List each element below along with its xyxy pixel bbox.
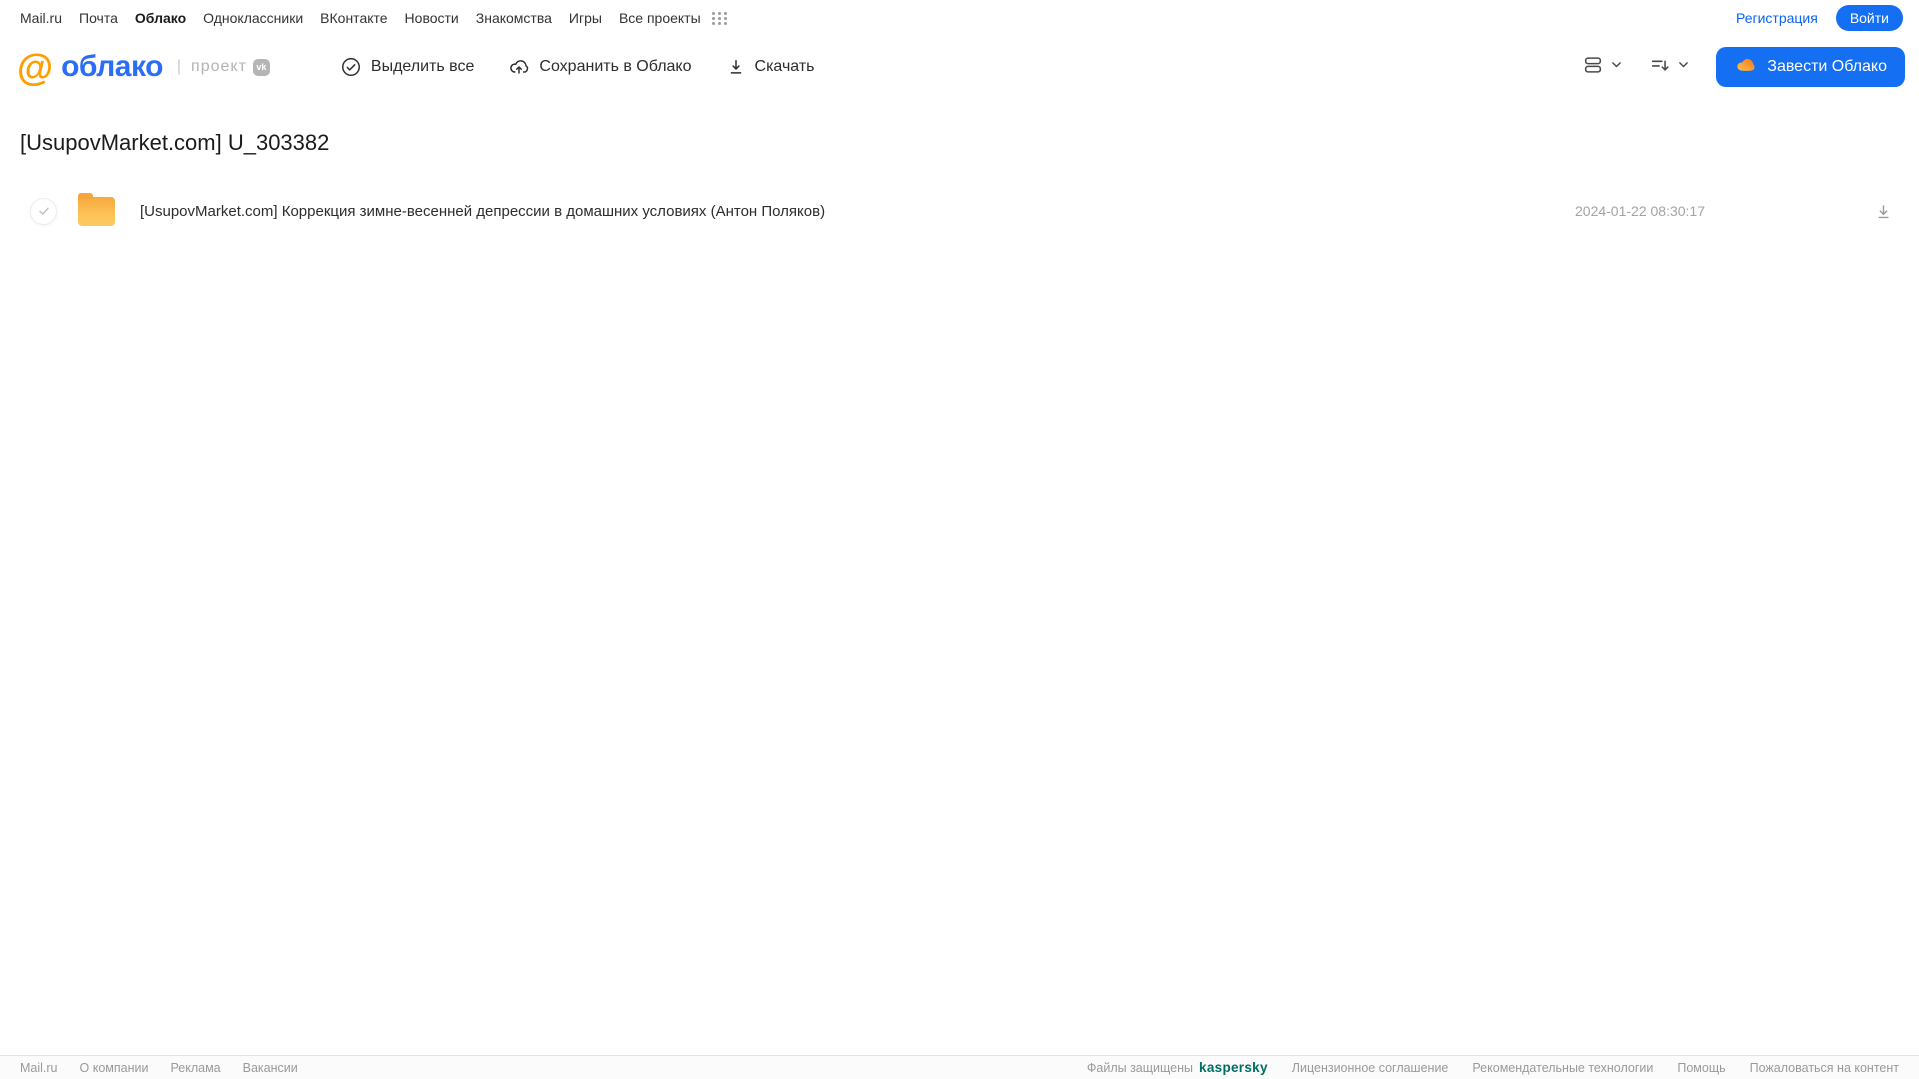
row-checkbox[interactable] bbox=[30, 197, 57, 225]
view-rows-icon bbox=[1582, 54, 1604, 81]
footer-license-link[interactable]: Лицензионное соглашение bbox=[1292, 1061, 1449, 1075]
chevron-down-icon bbox=[1610, 58, 1623, 76]
logo-brand-text: облако bbox=[61, 50, 163, 83]
kaspersky-protection: Файлы защищены kaspersky bbox=[1087, 1060, 1268, 1075]
apps-grid-icon[interactable] bbox=[711, 11, 728, 25]
app-header: @ облако | проект vk Выделить все Сохран… bbox=[0, 34, 1919, 100]
portal-nav: Mail.ru Почта Облако Одноклассники ВКонт… bbox=[0, 0, 1919, 34]
nav-odnoklassniki[interactable]: Одноклассники bbox=[203, 10, 303, 26]
check-circle-icon bbox=[340, 56, 362, 78]
footer-ads-link[interactable]: Реклама bbox=[170, 1061, 220, 1075]
create-cloud-button[interactable]: Завести Облако bbox=[1716, 47, 1905, 87]
footer-jobs-link[interactable]: Вакансии bbox=[243, 1061, 298, 1075]
folder-icon bbox=[78, 192, 115, 226]
select-all-label: Выделить все bbox=[370, 58, 475, 75]
logo-divider: | bbox=[176, 58, 182, 75]
chevron-down-icon bbox=[1677, 58, 1690, 76]
nav-oblako[interactable]: Облако bbox=[135, 10, 186, 26]
row-download-icon[interactable] bbox=[1837, 202, 1893, 221]
sort-dropdown[interactable] bbox=[1649, 54, 1690, 81]
file-name[interactable]: [UsupovMarket.com] Коррекция зимне-весен… bbox=[140, 203, 1575, 220]
nav-igry[interactable]: Игры bbox=[569, 10, 602, 26]
save-to-cloud-button[interactable]: Сохранить в Облако bbox=[508, 56, 692, 78]
cloud-upload-icon bbox=[508, 56, 530, 78]
actions-toolbar: Выделить все Сохранить в Облако Скачать bbox=[340, 56, 815, 78]
footer-about-link[interactable]: О компании bbox=[80, 1061, 149, 1075]
file-row[interactable]: [UsupovMarket.com] Коррекция зимне-весен… bbox=[20, 188, 1899, 234]
nav-mailru[interactable]: Mail.ru bbox=[20, 10, 62, 26]
sort-icon bbox=[1649, 54, 1671, 81]
mailru-at-icon: @ bbox=[17, 46, 54, 88]
page-title: [UsupovMarket.com] U_303382 bbox=[20, 130, 330, 155]
cloud-logo[interactable]: @ облако | проект vk bbox=[17, 49, 270, 86]
logo-project-text: проект bbox=[191, 58, 247, 75]
kaspersky-logo[interactable]: kaspersky bbox=[1199, 1060, 1268, 1075]
nav-all-projects[interactable]: Все проекты bbox=[619, 10, 701, 26]
save-to-cloud-label: Сохранить в Облако bbox=[539, 58, 692, 75]
download-button[interactable]: Скачать bbox=[726, 57, 815, 77]
footer-recommendations-link[interactable]: Рекомендательные технологии bbox=[1472, 1061, 1653, 1075]
nav-vkontakte[interactable]: ВКонтакте bbox=[320, 10, 387, 26]
page-footer: Mail.ru О компании Реклама Вакансии Файл… bbox=[0, 1055, 1919, 1079]
nav-znakomstva[interactable]: Знакомства bbox=[476, 10, 552, 26]
file-date: 2024-01-22 08:30:17 bbox=[1575, 203, 1705, 219]
cloud-share-page: Mail.ru Почта Облако Одноклассники ВКонт… bbox=[0, 0, 1919, 1079]
view-mode-dropdown[interactable] bbox=[1582, 54, 1623, 81]
nav-novosti[interactable]: Новости bbox=[405, 10, 459, 26]
registration-link[interactable]: Регистрация bbox=[1736, 10, 1818, 26]
portal-nav-right: Регистрация Войти bbox=[1736, 5, 1903, 31]
file-list: [UsupovMarket.com] Коррекция зимне-весен… bbox=[20, 188, 1899, 234]
download-icon bbox=[726, 57, 746, 77]
vk-logo-icon: vk bbox=[252, 58, 270, 76]
nav-pochta[interactable]: Почта bbox=[79, 10, 118, 26]
login-button[interactable]: Войти bbox=[1835, 5, 1903, 31]
footer-left-links: Mail.ru О компании Реклама Вакансии bbox=[20, 1061, 298, 1075]
protected-label: Файлы защищены bbox=[1086, 1060, 1194, 1075]
footer-right-links: Файлы защищены kaspersky Лицензионное со… bbox=[1087, 1060, 1899, 1075]
select-all-button[interactable]: Выделить все bbox=[340, 56, 474, 78]
download-label: Скачать bbox=[754, 58, 815, 75]
create-cloud-label: Завести Облако bbox=[1767, 58, 1887, 75]
footer-mailru-link[interactable]: Mail.ru bbox=[20, 1061, 58, 1075]
cloud-brand-icon bbox=[1734, 53, 1758, 82]
footer-report-link[interactable]: Пожаловаться на контент bbox=[1750, 1061, 1899, 1075]
header-right-controls: Завести Облако bbox=[1582, 47, 1905, 87]
footer-help-link[interactable]: Помощь bbox=[1677, 1061, 1725, 1075]
main-content: [UsupovMarket.com] U_303382 [UsupovMarke… bbox=[0, 100, 1919, 1055]
